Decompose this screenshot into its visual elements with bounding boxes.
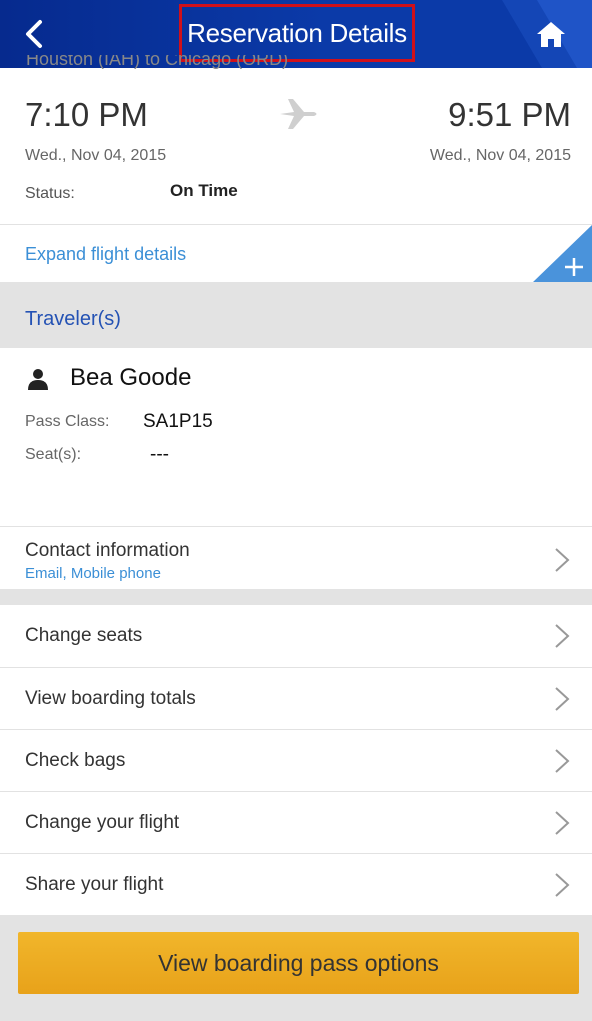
chevron-right-icon xyxy=(555,624,570,648)
pass-class-value: SA1P15 xyxy=(143,411,213,432)
view-boarding-pass-options-button[interactable]: View boarding pass options xyxy=(18,932,579,994)
departure-time: 7:10 PM xyxy=(25,96,148,133)
menu-row-change-your-flight[interactable]: Change your flight xyxy=(0,791,592,853)
flight-times: 7:10 PM 9:51 PM Wed., Nov 04, 2015 Wed.,… xyxy=(0,84,592,222)
travelers-section-title: Traveler(s) xyxy=(25,308,121,330)
travelers-section-header: Traveler(s) xyxy=(0,282,592,348)
chevron-right-icon xyxy=(555,749,570,773)
route-text: Houston (IAH) to Chicago (ORD) xyxy=(26,55,289,69)
contact-information-sub: Email, Mobile phone xyxy=(25,565,161,582)
traveler-card: Bea Goode Pass Class: SA1P15 Seat(s): --… xyxy=(0,348,592,526)
person-icon xyxy=(28,369,48,390)
plus-icon[interactable] xyxy=(532,225,592,283)
seats-value: --- xyxy=(150,444,169,465)
section-divider xyxy=(0,589,592,605)
back-icon[interactable] xyxy=(18,16,54,52)
airplane-icon xyxy=(280,99,317,129)
contact-information-row[interactable]: Contact information Email, Mobile phone xyxy=(0,526,592,589)
arrival-date: Wed., Nov 04, 2015 xyxy=(429,147,571,164)
menu-row-change-seats[interactable]: Change seats xyxy=(0,605,592,667)
chevron-right-icon xyxy=(555,548,570,572)
home-icon[interactable] xyxy=(535,19,567,49)
chevron-right-icon xyxy=(555,687,570,711)
contact-information-label: Contact information xyxy=(25,540,190,561)
title-highlight: Reservation Details xyxy=(179,4,415,62)
menu-row-label: Check bags xyxy=(25,750,126,771)
menu-row-label: Change seats xyxy=(25,625,143,646)
menu-row-share-your-flight[interactable]: Share your flight xyxy=(0,853,592,915)
menu-row-label: Share your flight xyxy=(25,874,164,895)
menu-row-check-bags[interactable]: Check bags xyxy=(0,729,592,791)
chevron-right-icon xyxy=(555,811,570,835)
status-label: Status: xyxy=(25,185,75,202)
menu-row-label: Change your flight xyxy=(25,812,180,833)
menu-row-label: View boarding totals xyxy=(25,688,196,709)
page-title: Reservation Details xyxy=(187,17,407,48)
traveler-name: Bea Goode xyxy=(70,364,192,391)
expand-flight-details[interactable]: Expand flight details xyxy=(0,224,592,283)
expand-flight-details-link[interactable]: Expand flight details xyxy=(25,244,186,265)
seats-label: Seat(s): xyxy=(25,446,82,463)
arrival-time: 9:51 PM xyxy=(448,96,571,133)
pass-class-label: Pass Class: xyxy=(25,413,110,430)
chevron-right-icon xyxy=(555,873,570,897)
departure-date: Wed., Nov 04, 2015 xyxy=(25,147,167,164)
view-boarding-pass-options-label: View boarding pass options xyxy=(158,949,439,976)
status-value: On Time xyxy=(170,181,238,200)
menu-row-view-boarding-totals[interactable]: View boarding totals xyxy=(0,667,592,729)
